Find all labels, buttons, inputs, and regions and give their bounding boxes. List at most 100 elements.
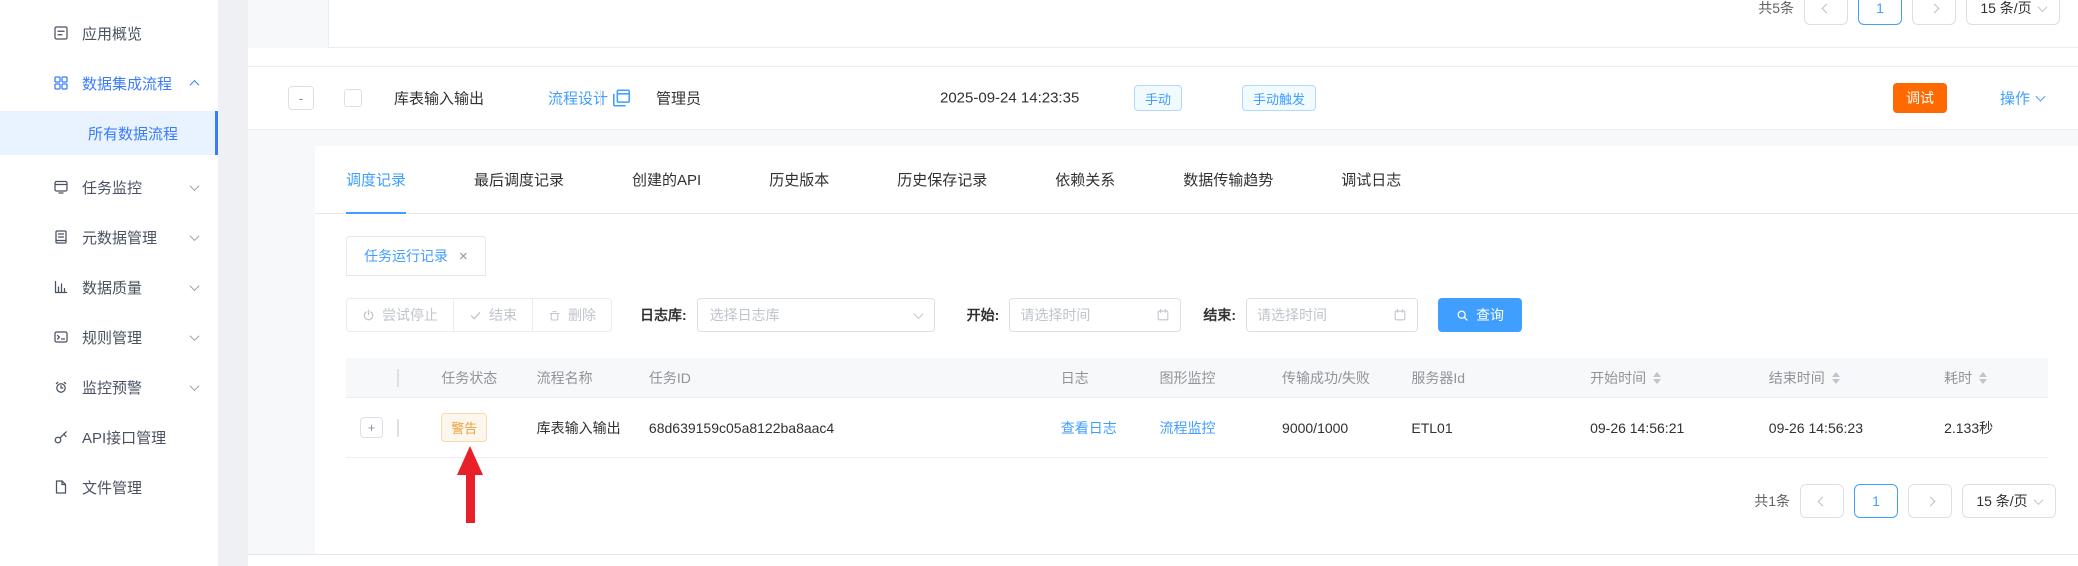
sort-icons[interactable] (1653, 371, 1662, 384)
chevron-left-icon (1817, 496, 1827, 506)
expanded-detail-section: 调度记录 最后调度记录 创建的API 历史版本 历史保存记录 依赖关系 数据传输… (248, 130, 2078, 555)
select-all-checkbox[interactable] (397, 368, 400, 387)
tab-debug-logs[interactable]: 调试日志 (1341, 146, 1401, 214)
header-log: 日志 (1060, 369, 1089, 386)
header-duration[interactable]: 耗时 (1944, 368, 2048, 388)
flow-created-at: 2025-09-24 14:23:35 (940, 89, 1080, 107)
tab-history-versions[interactable]: 历史版本 (769, 146, 829, 214)
chevron-right-icon (1929, 3, 1939, 13)
sidebar-item-label: API接口管理 (82, 429, 167, 447)
flow-owner: 管理员 (656, 90, 702, 108)
detail-tabs: 调度记录 最后调度记录 创建的API 历史版本 历史保存记录 依赖关系 数据传输… (315, 146, 2078, 214)
action-menu[interactable]: 操作 (2000, 88, 2046, 109)
try-stop-button[interactable]: 尝试停止 (346, 298, 454, 332)
cell-server: ETL01 (1411, 419, 1453, 436)
subtab-label: 任务运行记录 (364, 248, 448, 264)
log-store-select[interactable]: 选择日志库 (696, 298, 935, 332)
bulk-action-group: 尝试停止 结束 删除 (346, 298, 612, 332)
sidebar-item-monitor-alert[interactable]: 监控预警 (0, 362, 218, 412)
query-button[interactable]: 查询 (1438, 298, 1523, 332)
header-status: 任务状态 (441, 369, 498, 386)
finish-button[interactable]: 结束 (453, 298, 533, 332)
search-icon (1457, 310, 1468, 321)
header-server: 服务器Id (1411, 369, 1466, 386)
tab-history-save-records[interactable]: 历史保存记录 (897, 146, 987, 214)
flow-design-link[interactable]: 流程设计 (548, 88, 608, 109)
page-size-select[interactable]: 15 条/页 (1966, 0, 2060, 25)
sidebar-item-label: 应用概览 (82, 25, 143, 43)
collapse-row-button[interactable]: - (288, 86, 314, 110)
chevron-up-icon (189, 79, 200, 90)
page-number-button[interactable]: 1 (1854, 484, 1898, 518)
sort-icons[interactable] (1831, 371, 1840, 384)
header-task-id: 任务ID (648, 369, 691, 386)
header-start-time[interactable]: 开始时间 (1590, 368, 1769, 388)
chevron-down-icon (2035, 91, 2046, 102)
app-window: 应用概览 数据集成流程 所有数据流程 任务监控 元数据管理 数据质量 规则管理 … (0, 0, 2078, 566)
delete-button[interactable]: 删除 (532, 298, 612, 332)
divider (600, 90, 601, 106)
top-pagination: 共5条 1 15 条/页 (1758, 0, 2060, 25)
sidebar-item-app-overview[interactable]: 应用概览 (0, 8, 218, 58)
sidebar-item-metadata[interactable]: 元数据管理 (0, 212, 218, 262)
tab-dependencies[interactable]: 依赖关系 (1055, 146, 1115, 214)
sidebar-item-task-monitor[interactable]: 任务监控 (0, 162, 218, 212)
sidebar-item-label: 规则管理 (82, 329, 143, 347)
debug-button[interactable]: 调试 (1893, 83, 1947, 113)
close-icon[interactable]: × (459, 248, 468, 265)
sidebar-item-all-data-flows[interactable]: 所有数据流程 (0, 111, 218, 155)
tab-created-api[interactable]: 创建的API (632, 146, 701, 214)
tab-last-schedule-record[interactable]: 最后调度记录 (474, 146, 564, 214)
expand-row-button[interactable]: + (360, 417, 384, 438)
open-designer-icon[interactable] (612, 89, 631, 108)
end-time-input[interactable]: 请选择时间 (1246, 298, 1419, 332)
sidebar-item-api-management[interactable]: API接口管理 (0, 412, 218, 462)
overview-icon (53, 25, 69, 41)
chevron-down-icon (2037, 1, 2048, 12)
sidebar-item-data-integration[interactable]: 数据集成流程 (0, 58, 218, 108)
status-badge: 警告 (441, 413, 488, 442)
start-time-label: 开始: (966, 307, 1000, 323)
next-page-button[interactable] (1912, 0, 1956, 25)
check-icon (470, 311, 481, 319)
header-graph: 图形监控 (1159, 369, 1216, 386)
sidebar-item-rules[interactable]: 规则管理 (0, 312, 218, 362)
sidebar: 应用概览 数据集成流程 所有数据流程 任务监控 元数据管理 数据质量 规则管理 … (0, 0, 218, 566)
chevron-down-icon (189, 280, 200, 291)
flow-monitor-link[interactable]: 流程监控 (1160, 420, 1216, 436)
cell-start-time: 09-26 14:56:21 (1590, 419, 1685, 436)
row-checkbox[interactable] (344, 89, 362, 107)
detail-panel: 调度记录 最后调度记录 创建的API 历史版本 历史保存记录 依赖关系 数据传输… (315, 146, 2078, 554)
page-size-value: 15 条/页 (1980, 0, 2032, 16)
task-run-table: 任务状态 流程名称 任务ID 日志 图形监控 传输成功/失败 服务器Id 开始时… (346, 358, 2048, 458)
sidebar-item-data-quality[interactable]: 数据质量 (0, 262, 218, 312)
sidebar-item-file-management[interactable]: 文件管理 (0, 462, 218, 512)
start-time-input[interactable]: 请选择时间 (1009, 298, 1182, 332)
prev-page-button[interactable] (1804, 0, 1848, 25)
tab-schedule-records[interactable]: 调度记录 (346, 146, 407, 214)
chevron-down-icon (189, 330, 200, 341)
page-number-button[interactable]: 1 (1858, 0, 1902, 25)
action-menu-label: 操作 (2000, 90, 2031, 108)
header-flow-name: 流程名称 (536, 369, 593, 386)
sidebar-item-label: 任务监控 (82, 179, 143, 197)
chevron-down-icon (189, 380, 200, 391)
row-checkbox[interactable] (397, 418, 400, 437)
prev-page-button[interactable] (1800, 484, 1844, 518)
end-time-label: 结束: (1203, 307, 1237, 323)
sidebar-item-label: 文件管理 (82, 479, 143, 497)
header-end-time[interactable]: 结束时间 (1769, 368, 1944, 388)
subtab-task-run-records[interactable]: 任务运行记录 × (346, 236, 486, 276)
data-quality-icon (53, 279, 69, 295)
mode-tag: 手动 (1134, 85, 1183, 111)
table-row: + 警告 库表输入输出 68d639159c05a8122ba8aac4 查看日… (346, 398, 2048, 458)
sort-icons[interactable] (1979, 371, 1988, 384)
chevron-left-icon (1821, 3, 1831, 13)
cell-end-time: 09-26 14:56:23 (1768, 419, 1863, 436)
tab-transfer-trend[interactable]: 数据传输趋势 (1183, 146, 1273, 214)
view-log-link[interactable]: 查看日志 (1061, 420, 1117, 436)
next-page-button[interactable] (1908, 484, 1952, 518)
filter-toolbar: 尝试停止 结束 删除 日志库: 选择日志库 开始: 请选择时间 结束: 请选择时… (346, 298, 2078, 332)
metadata-icon (53, 229, 69, 245)
page-size-select[interactable]: 15 条/页 (1962, 484, 2056, 518)
